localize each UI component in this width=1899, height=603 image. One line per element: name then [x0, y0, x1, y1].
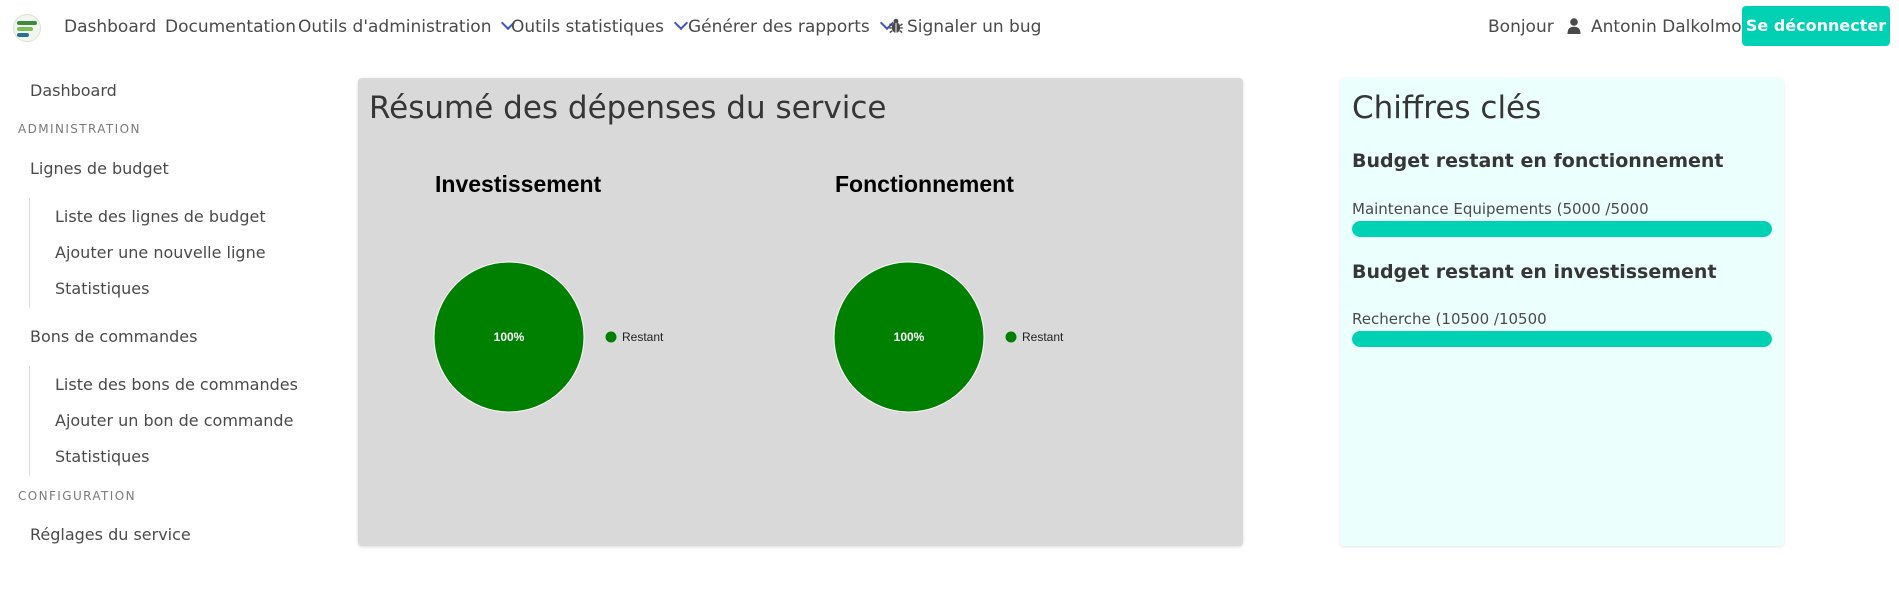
- progress-fill: [1352, 221, 1772, 237]
- nav-documentation-label: Documentation: [165, 17, 297, 37]
- investment-budget-item-label: Recherche (10500 /10500: [1352, 310, 1547, 328]
- nav-dashboard-label: Dashboard: [64, 17, 157, 37]
- nav-stats-tools-dropdown[interactable]: Outils statistiques: [511, 0, 689, 54]
- sidebar-item-budget-add[interactable]: Ajouter une nouvelle ligne: [55, 243, 266, 262]
- nav-admin-tools-dropdown[interactable]: Outils d'administration: [298, 0, 516, 54]
- nav-report-bug-label: Signaler un bug: [907, 17, 1042, 37]
- user-name: Antonin Dalkolmo: [1591, 17, 1742, 37]
- key-figures-card: Chiffres clés Budget restant en fonction…: [1340, 78, 1784, 546]
- sidebar-item-dashboard[interactable]: Dashboard: [30, 81, 117, 100]
- pie-slice-label: 100%: [494, 330, 525, 344]
- legend-label[interactable]: Restant: [1022, 330, 1064, 344]
- nav-dashboard[interactable]: Dashboard: [64, 0, 156, 54]
- legend-label[interactable]: Restant: [622, 330, 664, 344]
- investment-budget-title: Budget restant en investissement: [1352, 261, 1717, 283]
- nav-reports-label: Générer des rapports: [688, 17, 870, 37]
- chevron-down-icon: [673, 15, 689, 31]
- pie-slice-label: 100%: [894, 330, 925, 344]
- investment-pie-chart: 100% Restant: [433, 261, 664, 413]
- sidebar-item-budget-lines[interactable]: Lignes de budget: [30, 159, 169, 178]
- nav-admin-tools-label: Outils d'administration: [298, 17, 492, 37]
- nav-stats-tools-label: Outils statistiques: [511, 17, 664, 37]
- top-navbar: Dashboard Documentation Outils d'adminis…: [0, 0, 1899, 54]
- sidebar-item-budget-list[interactable]: Liste des lignes de budget: [55, 207, 266, 226]
- investment-budget-progress: [1352, 331, 1772, 347]
- nav-report-bug[interactable]: Signaler un bug: [889, 0, 1041, 54]
- sidebar-submenu-divider: [29, 198, 30, 308]
- operating-pie-chart: 100% Restant: [833, 261, 1064, 413]
- sidebar-item-orders-stats[interactable]: Statistiques: [55, 447, 149, 466]
- nav-reports-dropdown[interactable]: Générer des rapports: [688, 0, 894, 54]
- sidebar-item-orders-add[interactable]: Ajouter un bon de commande: [55, 411, 293, 430]
- operating-chart-title: Fonctionnement: [835, 171, 1014, 197]
- sidebar-section-configuration: CONFIGURATION: [18, 489, 136, 503]
- operating-budget-title: Budget restant en fonctionnement: [1352, 150, 1724, 172]
- user-icon: [1567, 18, 1581, 34]
- sidebar-submenu-divider: [29, 366, 30, 476]
- sidebar-item-service-settings[interactable]: Réglages du service: [30, 525, 191, 544]
- sidebar-item-budget-stats[interactable]: Statistiques: [55, 279, 149, 298]
- app-logo[interactable]: [13, 14, 41, 42]
- user-menu[interactable]: Antonin Dalkolmo: [1567, 0, 1742, 54]
- bug-icon: [889, 18, 903, 34]
- operating-budget-item-label: Maintenance Equipements (5000 /5000: [1352, 200, 1649, 218]
- sidebar-section-administration: ADMINISTRATION: [18, 122, 141, 136]
- legend-swatch[interactable]: [1005, 331, 1017, 343]
- legend-swatch[interactable]: [605, 331, 617, 343]
- progress-fill: [1352, 331, 1772, 347]
- greeting-text: Bonjour: [1488, 17, 1554, 37]
- nav-documentation[interactable]: Documentation: [165, 0, 296, 54]
- sidebar-item-orders[interactable]: Bons de commandes: [30, 327, 197, 346]
- operating-budget-progress: [1352, 221, 1772, 237]
- investment-chart-title: Investissement: [435, 171, 602, 197]
- logout-button[interactable]: Se déconnecter: [1742, 6, 1890, 46]
- expense-summary-title: Résumé des dépenses du service: [369, 90, 887, 126]
- expense-summary-card: Résumé des dépenses du service Investiss…: [358, 78, 1243, 546]
- sidebar-item-orders-list[interactable]: Liste des bons de commandes: [55, 375, 298, 394]
- key-figures-title: Chiffres clés: [1352, 90, 1542, 126]
